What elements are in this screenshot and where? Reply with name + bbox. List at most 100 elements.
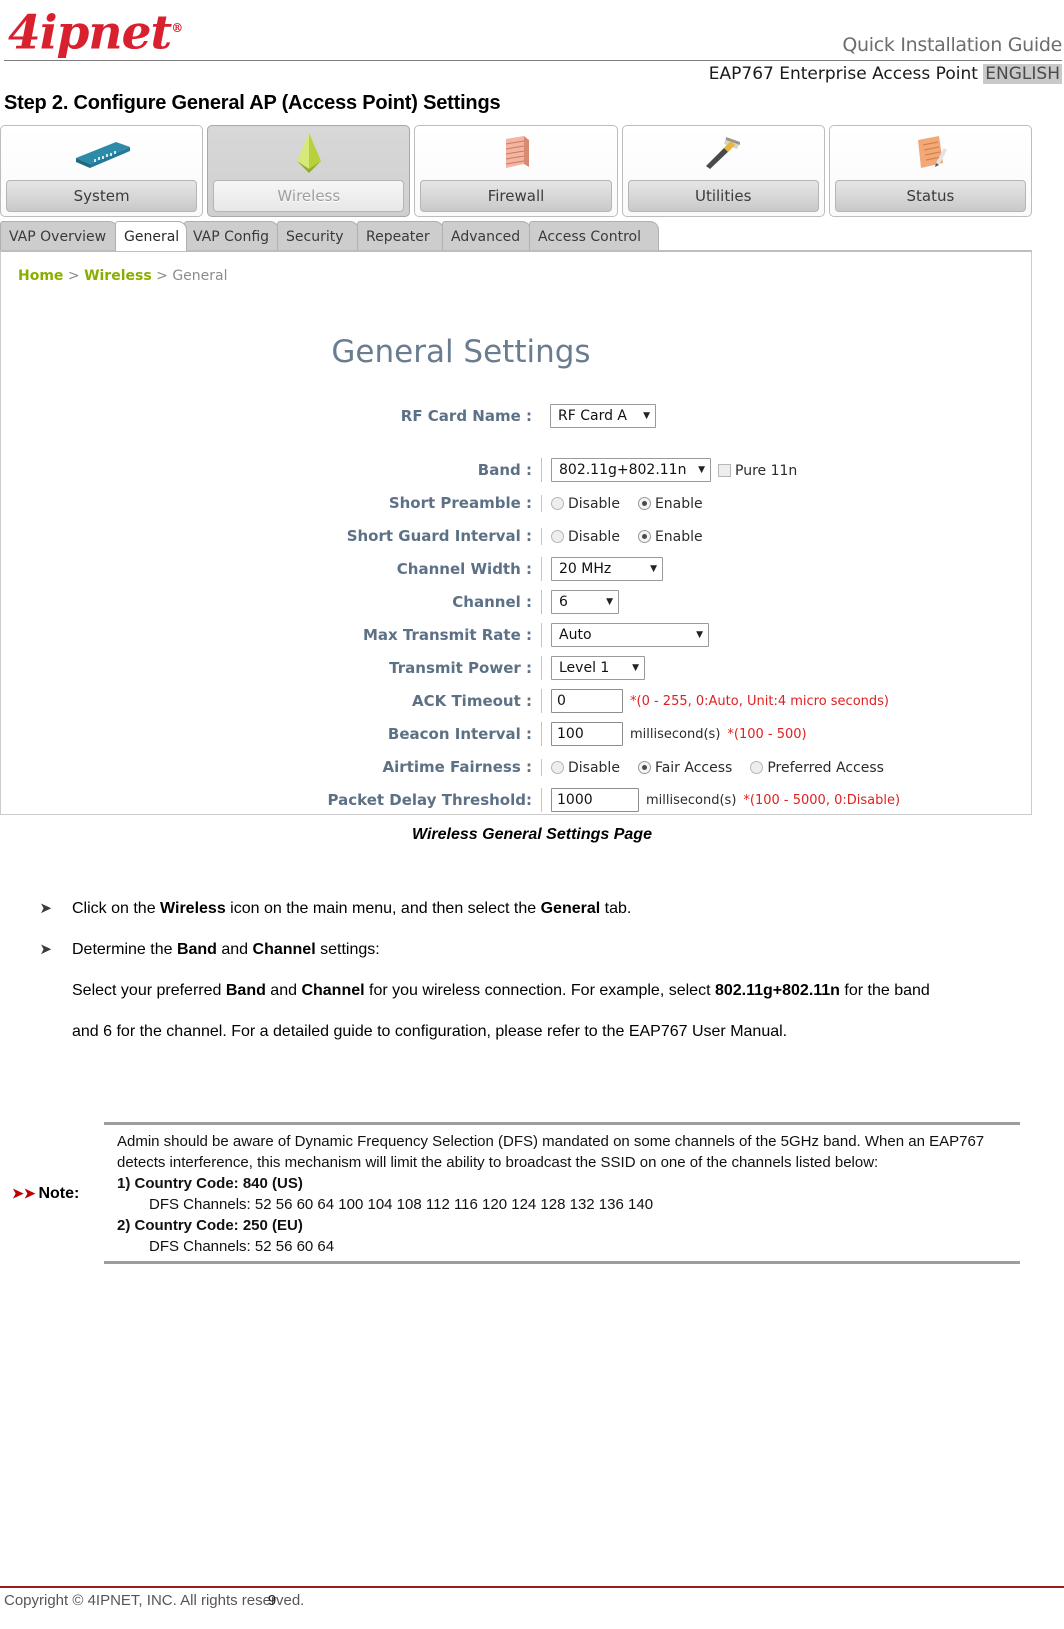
note-label: ➤➤ Note:	[12, 1185, 79, 1203]
channel-width-select[interactable]: 20 MHz ▼	[551, 557, 663, 581]
bullet-arrow-icon: ➤	[39, 941, 52, 958]
short-guard-interval-disable-label: Disable	[568, 528, 620, 545]
breadcrumb-separator: >	[151, 268, 173, 284]
max-transmit-rate-value: Auto	[559, 627, 592, 643]
general-settings-form: RF Card Name : RF Card A ▼ Band : 802.11…	[1, 402, 1033, 819]
breadcrumb-separator: >	[63, 268, 85, 284]
transmit-power-label: Transmit Power :	[389, 659, 532, 677]
tab-security[interactable]: Security	[277, 221, 359, 251]
bullet-text-1: Click on the Wireless icon on the main m…	[72, 900, 632, 917]
channel-width-value: 20 MHz	[559, 561, 612, 577]
footer-divider	[0, 1586, 1064, 1588]
product-name: EAP767 Enterprise Access Point	[708, 64, 978, 84]
breadcrumb-home[interactable]: Home	[18, 268, 63, 284]
chevron-down-icon: ▼	[606, 597, 613, 607]
field-row-short-guard-interval: Short Guard Interval : Disable Enable	[1, 522, 1033, 550]
short-guard-interval-enable-radio[interactable]: Enable	[637, 528, 703, 545]
short-guard-interval-disable-radio[interactable]: Disable	[551, 528, 620, 545]
field-row-channel-width: Channel Width : 20 MHz ▼	[1, 555, 1033, 583]
list-item: ➤ Click on the Wireless icon on the main…	[0, 888, 1064, 929]
settings-panel: Home > Wireless > General General Settin…	[0, 250, 1032, 815]
beacon-interval-unit: millisecond(s)	[630, 726, 721, 742]
field-row-transmit-power: Transmit Power : Level 1 ▼	[1, 654, 1033, 682]
packet-delay-threshold-label: Packet Delay Threshold:	[327, 791, 532, 809]
note-item-channels-1: DFS Channels: 52 56 60 64 100 104 108 11…	[149, 1196, 654, 1213]
rf-card-name-value: RF Card A	[558, 408, 628, 424]
rf-card-name-select[interactable]: RF Card A ▼	[550, 404, 656, 428]
radio-icon[interactable]	[750, 760, 764, 774]
band-select[interactable]: 802.11g+802.11n ▼	[551, 458, 711, 482]
main-menu-label: Status	[834, 180, 1027, 212]
airtime-fairness-disable-radio[interactable]: Disable	[551, 759, 620, 776]
brand-logo: 4ipnet®	[8, 2, 218, 59]
field-row-short-preamble: Short Preamble : Disable Enable	[1, 489, 1033, 517]
pure-11n-checkbox-group[interactable]: Pure 11n	[718, 462, 797, 479]
ack-timeout-input[interactable]: 0	[551, 689, 623, 713]
tab-access-control[interactable]: Access Control	[529, 221, 659, 251]
short-preamble-label: Short Preamble :	[388, 494, 532, 512]
radio-icon-selected[interactable]	[637, 496, 651, 510]
max-transmit-rate-select[interactable]: Auto ▼	[551, 623, 709, 647]
short-guard-interval-enable-label: Enable	[654, 528, 703, 545]
main-menu-label: System	[6, 180, 198, 212]
note-item-channels-2: DFS Channels: 52 56 60 64	[149, 1238, 335, 1255]
radio-icon-selected[interactable]	[637, 760, 651, 774]
beacon-interval-hint: *(100 - 500)	[727, 726, 807, 742]
short-preamble-enable-label: Enable	[654, 495, 703, 512]
note-intro: Admin should be aware of Dynamic Frequen…	[117, 1133, 985, 1171]
airtime-fairness-fair-radio[interactable]: Fair Access	[637, 759, 732, 776]
packet-delay-threshold-hint: *(100 - 5000, 0:Disable)	[743, 792, 901, 808]
short-preamble-disable-label: Disable	[568, 495, 620, 512]
main-menu-item-firewall[interactable]: Firewall	[414, 125, 618, 217]
main-menu-label: Wireless	[213, 180, 405, 212]
radio-icon[interactable]	[551, 760, 564, 774]
breadcrumb: Home > Wireless > General	[18, 268, 228, 284]
short-preamble-enable-radio[interactable]: Enable	[637, 495, 703, 512]
tab-vap-config[interactable]: VAP Config	[184, 221, 279, 251]
airtime-fairness-preferred-radio[interactable]: Preferred Access	[750, 759, 884, 776]
router-device-icon	[1, 131, 202, 175]
packet-delay-threshold-input[interactable]: 1000	[551, 788, 639, 812]
chevron-down-icon: ▼	[696, 630, 703, 640]
short-preamble-disable-radio[interactable]: Disable	[551, 495, 620, 512]
breadcrumb-wireless[interactable]: Wireless	[84, 268, 152, 284]
airtime-fairness-label: Airtime Fairness :	[382, 758, 532, 776]
ack-timeout-hint: *(0 - 255, 0:Auto, Unit:4 micro seconds)	[630, 693, 889, 709]
step-heading: Step 2. Configure General AP (Access Poi…	[4, 92, 501, 114]
tab-vap-overview[interactable]: VAP Overview	[0, 221, 118, 251]
radio-icon[interactable]	[551, 496, 564, 510]
main-menu-item-system[interactable]: System	[0, 125, 204, 217]
header-divider	[4, 60, 1062, 61]
checkbox-icon[interactable]	[718, 463, 731, 477]
field-row-band: Band : 802.11g+802.11n ▼ Pure 11n	[1, 456, 1033, 484]
note-content: Admin should be aware of Dynamic Frequen…	[104, 1131, 1020, 1257]
channel-label: Channel :	[452, 593, 532, 611]
instructions-list: ➤ Click on the Wireless icon on the main…	[0, 888, 1064, 1052]
main-menu-item-wireless[interactable]: Wireless	[207, 125, 411, 217]
main-menu-item-status[interactable]: Status	[828, 125, 1033, 217]
transmit-power-value: Level 1	[559, 660, 610, 676]
instruction-paragraph: Select your preferred Band and Channel f…	[72, 982, 930, 1040]
channel-value: 6	[559, 594, 568, 610]
tab-advanced[interactable]: Advanced	[442, 221, 531, 251]
transmit-power-select[interactable]: Level 1 ▼	[551, 656, 645, 680]
short-guard-interval-label: Short Guard Interval :	[346, 527, 532, 545]
chevron-down-icon: ▼	[632, 663, 639, 673]
field-row-ack-timeout: ACK Timeout : 0 *(0 - 255, 0:Auto, Unit:…	[1, 687, 1033, 715]
note-box: ➤➤ Note: Admin should be aware of Dynamic…	[12, 1122, 1020, 1264]
tab-general[interactable]: General	[115, 221, 187, 251]
main-menu-item-utilities[interactable]: Utilities	[621, 125, 825, 217]
ui-screenshot: System Wireless Firewall Utilities Statu…	[0, 125, 1033, 815]
note-item-title-2: 2) Country Code: 250 (EU)	[117, 1217, 303, 1234]
field-row-airtime-fairness: Airtime Fairness : Disable Fair Access P…	[1, 753, 1033, 781]
breadcrumb-current: General	[172, 268, 228, 284]
beacon-interval-input[interactable]: 100	[551, 722, 623, 746]
list-item: ➤ Determine the Band and Channel setting…	[0, 929, 1064, 970]
pure-11n-label: Pure 11n	[735, 462, 798, 479]
radio-icon-selected[interactable]	[637, 529, 651, 543]
tab-repeater[interactable]: Repeater	[357, 221, 444, 251]
radio-icon[interactable]	[551, 529, 564, 543]
field-row-channel: Channel : 6 ▼	[1, 588, 1033, 616]
channel-select[interactable]: 6 ▼	[551, 590, 619, 614]
channel-width-label: Channel Width :	[396, 560, 532, 578]
